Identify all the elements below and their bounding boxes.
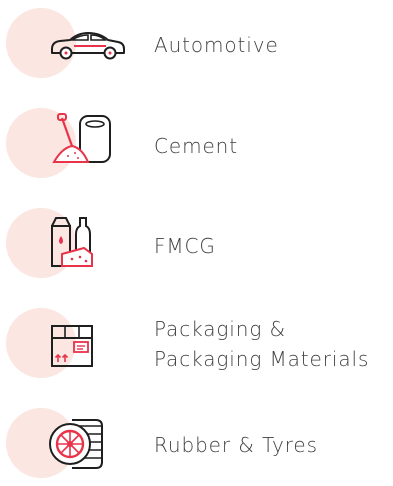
industry-label-line2: Packaging Materials: [154, 347, 370, 371]
industry-item-packaging[interactable]: Packaging & Packaging Materials: [0, 298, 393, 388]
grocery-products-icon: [48, 212, 128, 272]
industry-label: Automotive: [154, 33, 279, 57]
industry-item-rubber-tyres[interactable]: Rubber & Tyres: [0, 396, 393, 486]
cement-bag-shovel-icon: [48, 110, 128, 170]
industry-label: FMCG: [154, 234, 216, 258]
industry-label-multiline: Packaging & Packaging Materials: [154, 314, 369, 374]
industry-item-fmcg[interactable]: FMCG: [0, 198, 393, 288]
tyre-stack-icon: [48, 412, 128, 472]
car-icon: [48, 15, 128, 75]
cardboard-box-icon: [48, 314, 128, 374]
industry-label: Rubber & Tyres: [154, 433, 318, 457]
industry-item-automotive[interactable]: Automotive: [0, 0, 393, 90]
industry-item-cement[interactable]: Cement: [0, 98, 393, 188]
industry-list: Automotive Cement FMCG Packaging & Packa…: [0, 0, 393, 484]
industry-label-line1: Packaging &: [154, 317, 286, 341]
industry-label: Cement: [154, 134, 238, 158]
